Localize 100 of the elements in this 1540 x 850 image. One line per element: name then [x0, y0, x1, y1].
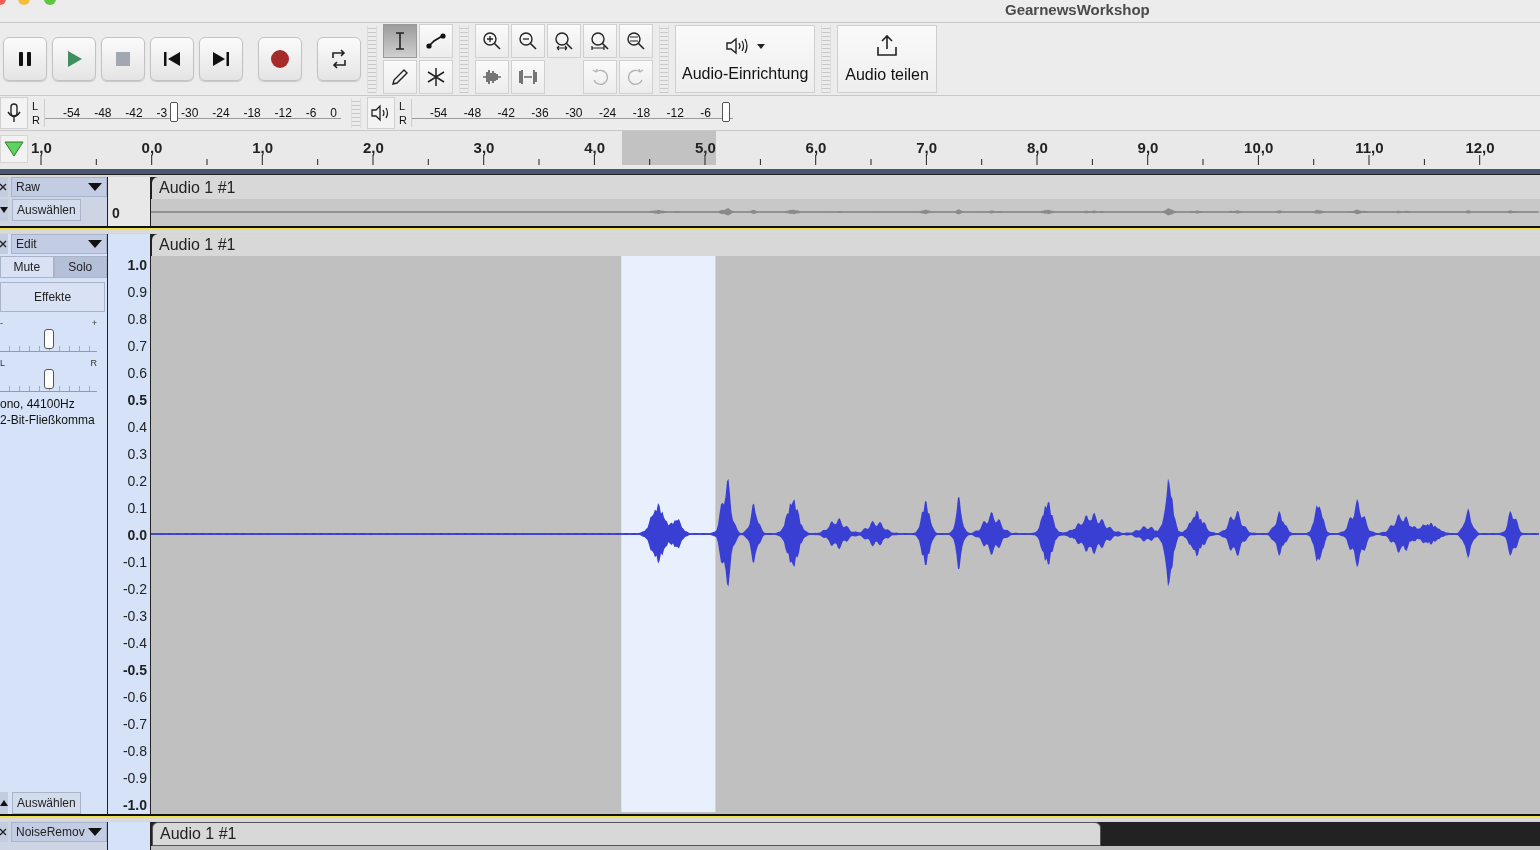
track-menu-dropdown[interactable]: Edit: [11, 234, 107, 254]
pencil-tool-button[interactable]: [383, 60, 417, 94]
channel-label: L: [399, 99, 407, 113]
close-button[interactable]: [0, 822, 8, 842]
meter-tick-label: -54: [62, 106, 81, 118]
time-label: 1,0: [252, 139, 274, 156]
caret-icon: [0, 206, 8, 214]
ruler-label: 0.1: [127, 499, 147, 517]
track-menu-dropdown[interactable]: Raw: [11, 177, 107, 197]
meter-tick-label: -42: [125, 106, 143, 118]
audio-setup-button[interactable]: Audio-Einrichtung: [675, 25, 816, 93]
asterisk-tool-button[interactable]: [419, 60, 453, 94]
channel-label: L: [32, 99, 40, 113]
close-icon: [0, 239, 8, 249]
meter-tick-label: -30: [565, 106, 583, 118]
triangle-icon: [4, 141, 24, 157]
ruler-label: 0.7: [127, 337, 147, 355]
time-label: 10,0: [1244, 139, 1274, 156]
time-label: 0,0: [141, 139, 163, 156]
mute-button[interactable]: Mute: [0, 256, 54, 278]
close-icon: [0, 182, 8, 192]
select-button[interactable]: Auswählen: [12, 792, 81, 814]
ruler-label: 1.0: [127, 256, 147, 274]
microphone-button[interactable]: [0, 97, 28, 129]
ruler-label: -0.1: [122, 553, 147, 571]
track-menu-dropdown[interactable]: NoiseRemov: [11, 822, 107, 842]
ruler-label: -1.0: [122, 796, 147, 814]
meter-tick-label: -48: [94, 106, 112, 118]
close-button[interactable]: [0, 234, 8, 254]
time-label: 12,0: [1465, 139, 1495, 156]
collapse-button[interactable]: [0, 199, 8, 221]
zoom-out-button[interactable]: [511, 24, 545, 58]
ruler-label: 0.3: [127, 445, 147, 463]
slider-end-label: +: [91, 318, 97, 329]
caret-icon: [88, 827, 102, 837]
time-label: 4,0: [584, 139, 606, 156]
time-label: 3,0: [473, 139, 495, 156]
play-head-button[interactable]: [0, 135, 28, 163]
silence-audio-button[interactable]: [511, 60, 545, 94]
meter-tick-label: -24: [212, 106, 230, 118]
cursor-tool-button[interactable]: [383, 24, 417, 58]
slider-end-label: R: [90, 358, 97, 369]
track-title: Audio 1 #1: [152, 234, 1540, 256]
ruler-label: 0.2: [127, 472, 147, 490]
zoom-fit-selection-button[interactable]: [547, 24, 581, 58]
meter-tick-label: -18: [632, 106, 651, 118]
zoom-in-button[interactable]: [475, 24, 509, 58]
speaker-button[interactable]: [367, 97, 395, 129]
ruler-label: -0.6: [122, 688, 147, 706]
solo-button[interactable]: Solo: [53, 256, 107, 278]
toolbar-grip[interactable]: [367, 25, 377, 93]
meter-tick-label: -6: [700, 106, 711, 118]
meter-tick-label: -48: [463, 106, 482, 118]
loop-button[interactable]: [317, 37, 361, 81]
toolbar-grip[interactable]: [659, 25, 669, 93]
slider-thumb[interactable]: [43, 329, 54, 349]
skip-start-button[interactable]: [150, 37, 194, 81]
ruler-label: 0.8: [127, 310, 147, 328]
share-audio-button[interactable]: Audio teilen: [837, 25, 937, 93]
record-button[interactable]: [258, 37, 302, 81]
toolbar-grip[interactable]: [821, 25, 832, 93]
trim-audio-button[interactable]: [475, 60, 509, 94]
collapse-button[interactable]: [0, 792, 8, 814]
ruler-label: -0.2: [122, 580, 147, 598]
play-button[interactable]: [52, 37, 96, 81]
ruler-label: -0.5: [122, 661, 147, 679]
meter-tick-label: -54: [429, 106, 448, 118]
ruler-label: -0.3: [122, 607, 147, 625]
track-title: Audio 1 #1: [152, 177, 1540, 199]
ruler-label: 0.4: [127, 418, 147, 436]
meter-tick-label: -12: [666, 106, 684, 118]
zoom-toggle-button[interactable]: [619, 24, 653, 58]
vertical-ruler: [108, 822, 150, 850]
track-title: Audio 1 #1: [152, 822, 1101, 846]
asterisk-icon: [425, 66, 447, 88]
record-icon: [269, 48, 291, 70]
ruler-label: 0.9: [127, 283, 147, 301]
close-button[interactable]: [0, 177, 8, 197]
slider-end-label: L: [0, 358, 5, 369]
zoom-out-icon: [517, 30, 539, 52]
ruler-label: 0: [112, 204, 120, 222]
pause-button[interactable]: [3, 37, 47, 81]
ruler-label: -0.8: [122, 742, 147, 760]
slider-thumb[interactable]: [43, 369, 54, 389]
zoom-fit-project-button[interactable]: [583, 24, 617, 58]
caret-icon: [0, 799, 8, 807]
slider-end-label: -: [0, 318, 3, 329]
ruler-label: 0.5: [127, 391, 147, 409]
caret-icon: [88, 239, 102, 249]
toolbar-grip[interactable]: [459, 25, 469, 93]
toolbar-grip[interactable]: [351, 98, 361, 128]
meter-tick-label: -24: [598, 106, 617, 118]
time-label: 11,0: [1355, 139, 1384, 156]
effects-button[interactable]: Effekte: [0, 282, 105, 312]
ruler-label: -0.9: [122, 769, 147, 787]
meter-slider-thumb[interactable]: [170, 102, 179, 122]
envelope-tool-button[interactable]: [419, 24, 453, 58]
select-button[interactable]: Auswählen: [12, 199, 81, 221]
meter-slider-thumb[interactable]: [721, 102, 730, 122]
skip-end-button[interactable]: [199, 37, 243, 81]
